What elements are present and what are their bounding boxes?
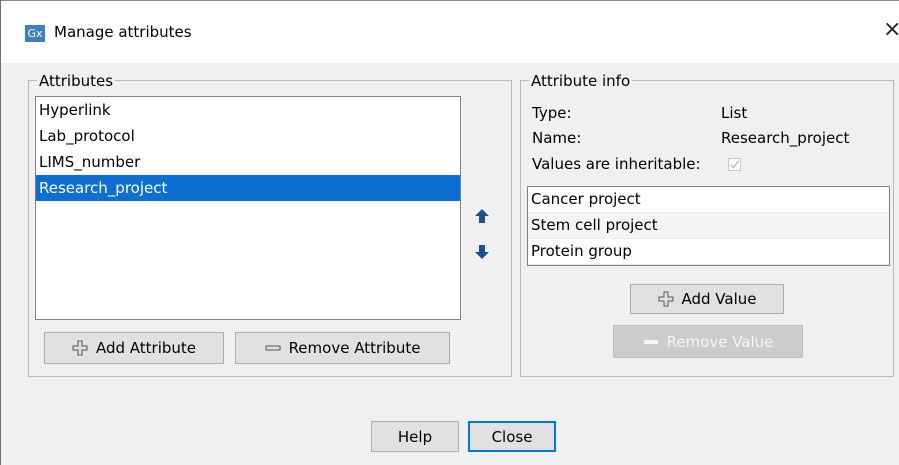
values-list[interactable]: Cancer project Stem cell project Protein… bbox=[527, 186, 890, 266]
name-value: Research_project bbox=[721, 129, 850, 147]
attribute-item-research-project[interactable]: Research_project bbox=[36, 175, 460, 201]
name-label: Name: bbox=[532, 129, 582, 147]
plus-icon bbox=[72, 340, 88, 356]
attribute-item-hyperlink[interactable]: Hyperlink bbox=[36, 97, 460, 123]
help-button-label: Help bbox=[397, 427, 433, 446]
help-button[interactable]: Help bbox=[371, 421, 459, 452]
attribute-item-lab-protocol[interactable]: Lab_protocol bbox=[36, 123, 460, 149]
close-button[interactable]: Close bbox=[468, 421, 556, 452]
dialog-title: Manage attributes bbox=[54, 23, 192, 41]
title-bar: Gx Manage attributes × bbox=[1, 0, 899, 63]
close-button-label: Close bbox=[491, 427, 533, 446]
add-attribute-label: Add Attribute bbox=[95, 339, 197, 357]
remove-attribute-label: Remove Attribute bbox=[288, 339, 421, 357]
checkmark-icon bbox=[730, 160, 739, 169]
close-window-icon[interactable]: × bbox=[883, 18, 899, 42]
attributes-group-label: Attributes bbox=[37, 72, 116, 90]
minus-icon bbox=[643, 339, 658, 344]
attribute-info-group-label: Attribute info bbox=[529, 72, 633, 90]
attribute-item-lims-number[interactable]: LIMS_number bbox=[36, 149, 460, 175]
value-item-protein-group[interactable]: Protein group bbox=[528, 239, 889, 265]
app-logo-icon: Gx bbox=[25, 25, 45, 42]
arrow-down-icon[interactable] bbox=[474, 244, 490, 260]
inheritable-label: Values are inheritable: bbox=[532, 155, 701, 173]
minus-icon bbox=[265, 345, 281, 351]
plus-icon bbox=[658, 291, 673, 307]
attributes-list[interactable]: Hyperlink Lab_protocol LIMS_number Resea… bbox=[35, 96, 461, 320]
remove-value-button[interactable]: Remove Value bbox=[613, 325, 803, 358]
inheritable-checkbox bbox=[728, 158, 741, 171]
add-attribute-button[interactable]: Add Attribute bbox=[44, 332, 224, 364]
manage-attributes-dialog: Gx Manage attributes × Attributes Hyperl… bbox=[0, 0, 899, 465]
remove-value-label: Remove Value bbox=[666, 332, 774, 351]
arrow-up-icon[interactable] bbox=[474, 208, 490, 224]
value-item-cancer-project[interactable]: Cancer project bbox=[528, 187, 889, 213]
add-value-button[interactable]: Add Value bbox=[630, 284, 784, 314]
value-item-stem-cell-project[interactable]: Stem cell project bbox=[528, 213, 889, 239]
remove-attribute-button[interactable]: Remove Attribute bbox=[235, 332, 450, 364]
add-value-label: Add Value bbox=[681, 290, 757, 308]
type-value: List bbox=[721, 104, 748, 122]
type-label: Type: bbox=[532, 104, 572, 122]
